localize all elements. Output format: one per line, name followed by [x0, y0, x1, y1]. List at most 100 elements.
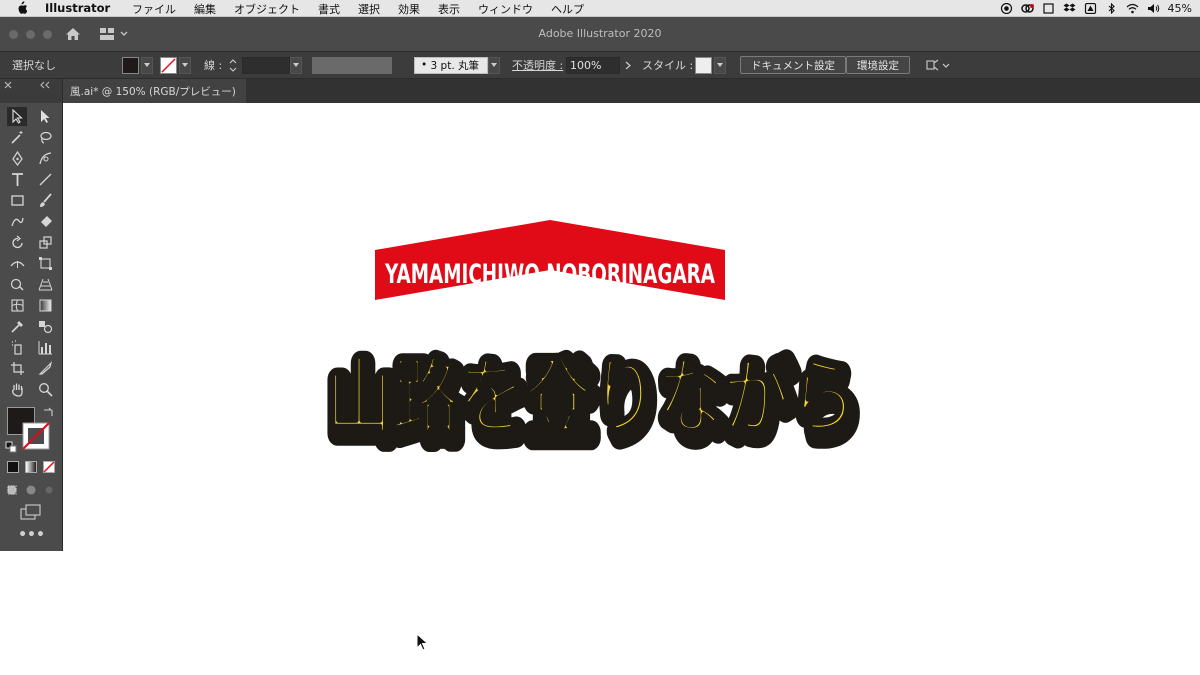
app-menu[interactable]: Illustrator	[45, 1, 110, 15]
arrange-documents-icon[interactable]	[925, 57, 951, 74]
stroke-weight-input[interactable]	[242, 56, 290, 74]
gradient-mode-button[interactable]	[25, 461, 37, 473]
blend-tool[interactable]	[35, 317, 55, 336]
none-mode-button[interactable]	[43, 461, 55, 473]
stepper-icon[interactable]	[228, 57, 238, 74]
fill-control[interactable]	[122, 52, 153, 78]
draw-behind-icon[interactable]	[24, 484, 38, 496]
menu-select[interactable]: 選択	[349, 1, 389, 17]
blend-icon	[38, 321, 52, 334]
collapse-panel-icon[interactable]	[38, 81, 52, 89]
fill-swatch[interactable]	[122, 56, 139, 74]
brush-dropdown[interactable]	[488, 56, 500, 74]
type-tool[interactable]	[7, 170, 27, 189]
screen-mode-icon[interactable]	[20, 504, 42, 520]
chevron-right-icon[interactable]	[623, 57, 633, 74]
menu-object[interactable]: オブジェクト	[225, 1, 309, 17]
bluetooth-icon[interactable]	[1105, 3, 1118, 14]
volume-icon[interactable]	[1147, 3, 1160, 14]
status-area: 45%	[1000, 0, 1192, 17]
mesh-tool[interactable]	[7, 296, 27, 315]
menu-file[interactable]: ファイル	[123, 1, 185, 17]
paintbrush-tool[interactable]	[35, 191, 55, 210]
menu-view[interactable]: 表示	[429, 1, 469, 17]
gradient-icon	[39, 299, 51, 312]
width-tool[interactable]	[7, 254, 27, 273]
shape-builder-tool[interactable]	[7, 275, 27, 294]
stroke-weight-control[interactable]	[228, 52, 302, 78]
magic-wand-tool[interactable]	[7, 128, 27, 147]
style-swatch[interactable]	[695, 56, 712, 74]
column-graph-tool[interactable]	[35, 338, 55, 357]
draw-normal-icon[interactable]	[6, 484, 20, 496]
close-panel-icon[interactable]	[4, 81, 12, 89]
type-icon	[11, 173, 23, 186]
slice-tool[interactable]	[35, 359, 55, 378]
arrange-documents-control[interactable]	[925, 52, 951, 78]
hand-tool[interactable]	[7, 380, 27, 399]
document-settings-button[interactable]: ドキュメント設定	[740, 56, 846, 74]
magic-wand-icon	[10, 131, 22, 144]
swap-fill-stroke-icon[interactable]	[42, 407, 54, 419]
fill-dropdown[interactable]	[141, 56, 153, 74]
stroke-none-box[interactable]	[22, 422, 50, 450]
dropbox-icon[interactable]	[1063, 3, 1076, 14]
record-icon[interactable]	[1000, 3, 1013, 14]
perspective-grid-tool[interactable]	[35, 275, 55, 294]
eraser-tool[interactable]	[35, 212, 55, 231]
eyedropper-tool[interactable]	[7, 317, 27, 336]
brush-definition[interactable]: • 3 pt. 丸筆	[414, 56, 488, 74]
menu-effect[interactable]: 効果	[389, 1, 429, 17]
drive-icon[interactable]	[1084, 3, 1097, 14]
wifi-icon[interactable]	[1126, 3, 1139, 14]
selection-tool[interactable]	[7, 107, 27, 126]
curvature-tool[interactable]	[35, 149, 55, 168]
menu-help[interactable]: ヘルプ	[542, 1, 593, 17]
preferences-button[interactable]: 環境設定	[846, 56, 910, 74]
apple-icon[interactable]	[15, 1, 27, 15]
logo-artwork[interactable]: YAMAMICHIWO NOBORINAGARA 山路を登りながら 山路を登りな…	[300, 190, 890, 470]
width-profile-box[interactable]	[312, 56, 392, 74]
selection-arrow-icon	[11, 109, 23, 124]
zoom-tool[interactable]	[35, 380, 55, 399]
opacity-label[interactable]: 不透明度 :	[512, 52, 563, 78]
lasso-tool[interactable]	[35, 128, 55, 147]
variable-width-profile[interactable]	[312, 52, 392, 78]
scale-tool[interactable]	[35, 233, 55, 252]
main-title-fill: 山路を登りながら	[326, 348, 856, 446]
style-control[interactable]	[695, 52, 726, 78]
creative-cloud-icon[interactable]	[1020, 3, 1034, 14]
rectangle-tool[interactable]	[7, 191, 27, 210]
line-tool[interactable]	[35, 170, 55, 189]
stroke-weight-dropdown[interactable]	[290, 56, 302, 74]
rotate-tool[interactable]	[7, 233, 27, 252]
menu-type[interactable]: 書式	[309, 1, 349, 17]
opacity-input[interactable]: 100%	[566, 56, 620, 74]
opacity-control[interactable]: 100%	[566, 52, 633, 78]
shaper-tool[interactable]	[7, 212, 27, 231]
pen-tool[interactable]	[7, 149, 27, 168]
stroke-none-swatch[interactable]	[160, 56, 177, 74]
edit-toolbar-icon[interactable]: •••	[0, 528, 63, 542]
eyedropper-icon	[10, 321, 23, 333]
default-colors-icon[interactable]	[5, 441, 17, 453]
style-dropdown[interactable]	[714, 56, 726, 74]
menu-edit[interactable]: 編集	[185, 1, 225, 17]
stroke-dropdown[interactable]	[179, 56, 191, 74]
document-tab[interactable]: 風.ai* @ 150% (RGB/プレビュー)	[60, 79, 246, 103]
draw-inside-icon[interactable]	[42, 484, 56, 496]
slice-icon	[38, 361, 52, 375]
brush-control[interactable]: • 3 pt. 丸筆	[414, 52, 500, 78]
stroke-control[interactable]	[160, 52, 191, 78]
direct-selection-tool[interactable]	[35, 107, 55, 126]
eraser-icon	[40, 216, 52, 227]
shaper-icon	[10, 217, 24, 227]
free-transform-tool[interactable]	[35, 254, 55, 273]
menu-window[interactable]: ウィンドウ	[469, 1, 542, 17]
color-mode-button[interactable]	[7, 461, 19, 473]
brush-dot-icon: •	[421, 59, 431, 71]
window-icon[interactable]	[1042, 3, 1055, 14]
symbol-sprayer-tool[interactable]	[7, 338, 27, 357]
artboard-tool[interactable]	[7, 359, 27, 378]
gradient-tool[interactable]	[35, 296, 55, 315]
